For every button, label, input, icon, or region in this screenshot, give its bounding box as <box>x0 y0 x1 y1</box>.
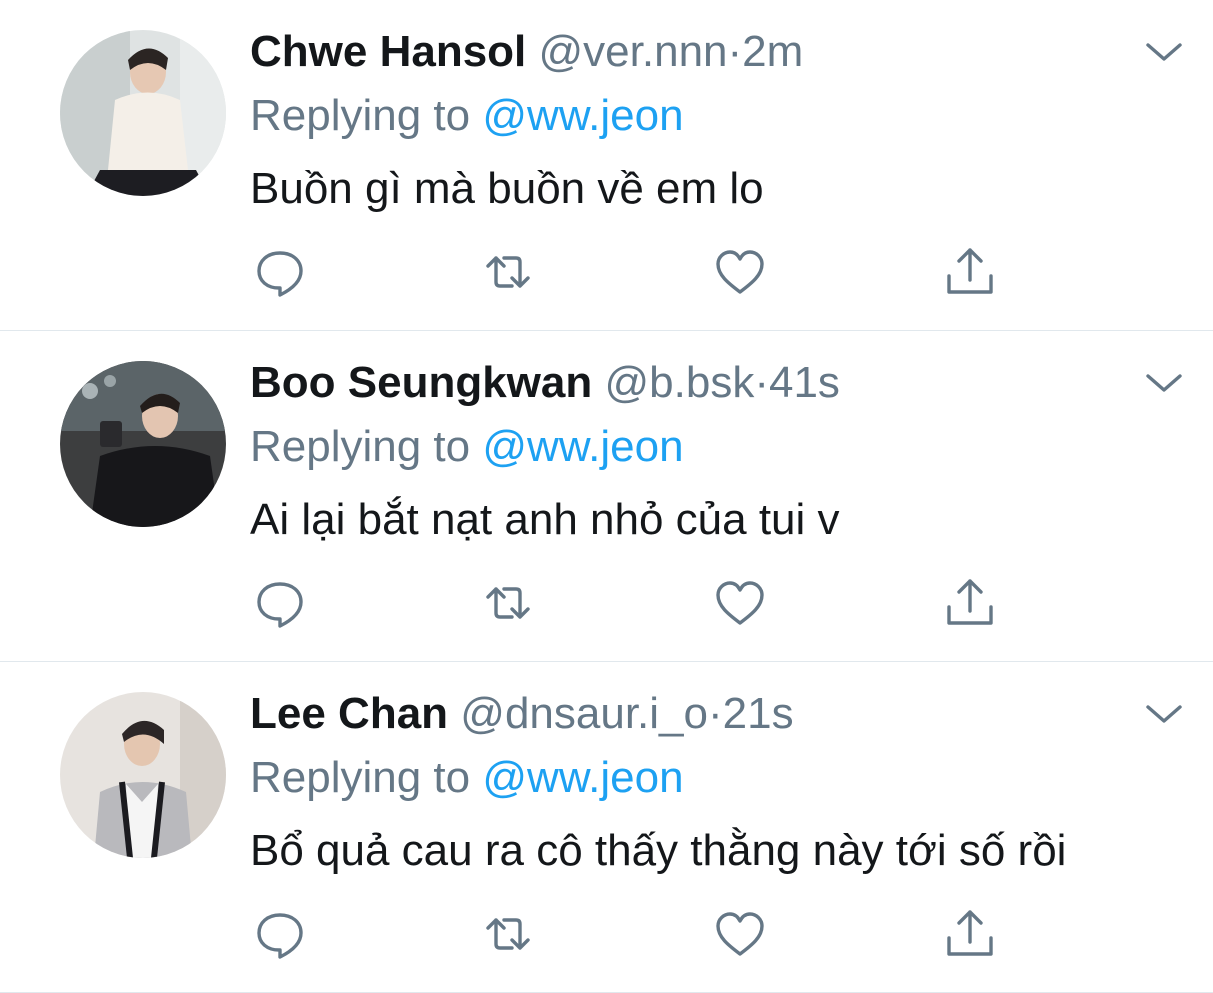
separator-dot: · <box>727 27 743 76</box>
avatar[interactable] <box>60 692 226 858</box>
display-name[interactable]: Chwe Hansol <box>250 27 526 76</box>
retweet-icon[interactable] <box>478 242 538 302</box>
tweet-actions <box>250 242 1010 302</box>
avatar[interactable] <box>60 30 226 196</box>
tweet-header: Lee Chan @dnsaur.i_o·21s <box>250 687 794 741</box>
heart-icon[interactable] <box>710 242 770 302</box>
tweet-text: Bổ quả cau ra cô thấy thằng này tới số r… <box>250 826 1067 875</box>
share-icon[interactable] <box>940 904 1000 964</box>
tweet-item[interactable]: Boo Seungkwan @b.bsk·41s Replying to @ww… <box>0 331 1213 662</box>
reply-target-link[interactable]: @ww.jeon <box>482 422 683 471</box>
retweet-icon[interactable] <box>478 573 538 633</box>
timestamp[interactable]: 21s <box>723 689 794 738</box>
reply-context: Replying to @ww.jeon <box>250 420 684 474</box>
tweet-actions <box>250 573 1010 633</box>
reply-icon[interactable] <box>250 573 310 633</box>
share-icon[interactable] <box>940 242 1000 302</box>
tweet-actions <box>250 904 1010 964</box>
tweet-item[interactable]: Chwe Hansol @ver.nnn·2m Replying to @ww.… <box>0 0 1213 331</box>
heart-icon[interactable] <box>710 904 770 964</box>
display-name[interactable]: Boo Seungkwan <box>250 358 592 407</box>
reply-icon[interactable] <box>250 242 310 302</box>
display-name[interactable]: Lee Chan <box>250 689 448 738</box>
timestamp[interactable]: 2m <box>742 27 803 76</box>
reply-icon[interactable] <box>250 904 310 964</box>
chevron-down-icon[interactable] <box>1140 367 1188 399</box>
tweet-text: Buồn gì mà buồn về em lo <box>250 164 764 213</box>
share-icon[interactable] <box>940 573 1000 633</box>
timestamp[interactable]: 41s <box>769 358 840 407</box>
tweet-item[interactable]: Lee Chan @dnsaur.i_o·21s Replying to @ww… <box>0 662 1213 993</box>
retweet-icon[interactable] <box>478 904 538 964</box>
chevron-down-icon[interactable] <box>1140 698 1188 730</box>
reply-context: Replying to @ww.jeon <box>250 89 684 143</box>
heart-icon[interactable] <box>710 573 770 633</box>
separator-dot: · <box>708 689 723 738</box>
user-handle[interactable]: @ver.nnn <box>539 27 728 76</box>
user-handle[interactable]: @dnsaur.i_o <box>460 689 708 738</box>
tweet-header: Chwe Hansol @ver.nnn·2m <box>250 25 803 79</box>
reply-target-link[interactable]: @ww.jeon <box>482 91 683 140</box>
replying-to-label: Replying to <box>250 91 471 140</box>
avatar[interactable] <box>60 361 226 527</box>
tweet-header: Boo Seungkwan @b.bsk·41s <box>250 356 840 410</box>
chevron-down-icon[interactable] <box>1140 36 1188 68</box>
replying-to-label: Replying to <box>250 753 471 802</box>
replying-to-label: Replying to <box>250 422 471 471</box>
user-handle[interactable]: @b.bsk <box>604 358 754 407</box>
separator-dot: · <box>754 358 769 407</box>
reply-context: Replying to @ww.jeon <box>250 751 684 805</box>
tweet-text: Ai lại bắt nạt anh nhỏ của tui v <box>250 495 840 544</box>
reply-target-link[interactable]: @ww.jeon <box>482 753 683 802</box>
